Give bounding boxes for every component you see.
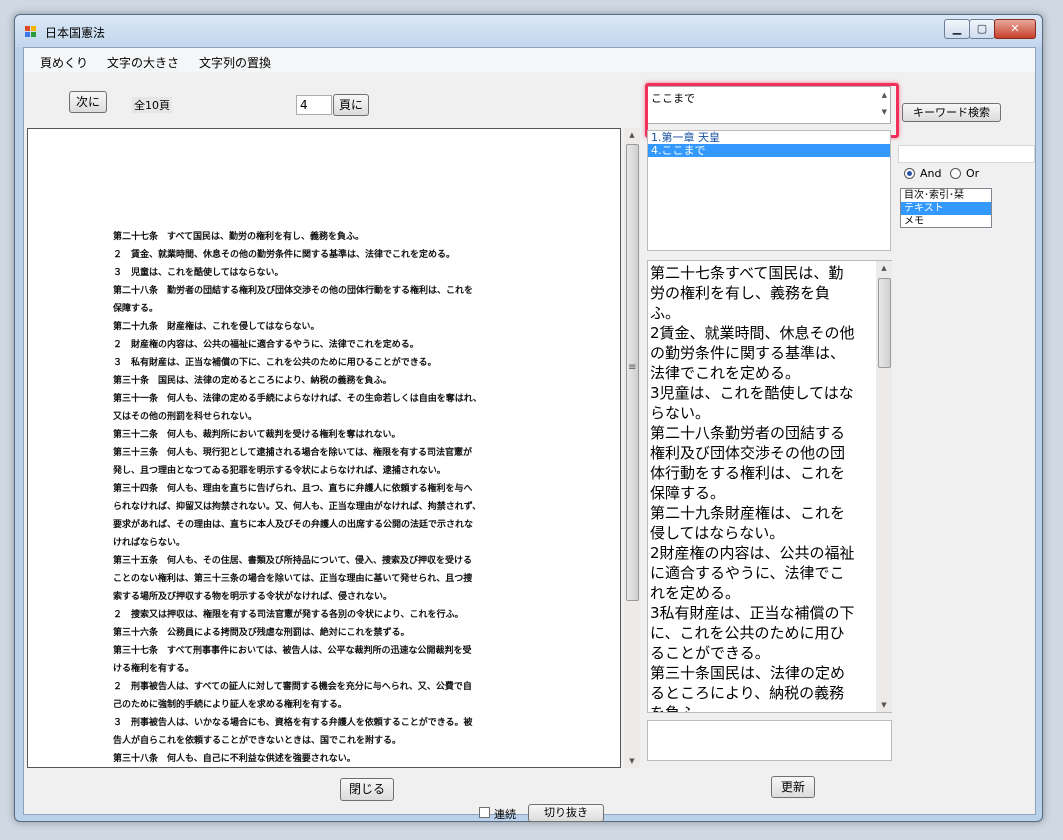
text-scroll-up-icon[interactable]: ▲ (876, 261, 892, 275)
document-line: ２ 財産権の内容は、公共の福祉に適合するやうに、法律でこれを定める。 (113, 340, 419, 350)
target-item-memo[interactable]: メモ (901, 215, 991, 227)
text-line: 第二十七条すべて国民は、勤 (650, 264, 844, 282)
text-line: 権利及び団体交渉その他の団 (650, 444, 846, 462)
search-results-list[interactable]: 1.第一章 天皇 4.ここまで (647, 130, 891, 251)
result-item-selected[interactable]: 4.ここまで (648, 144, 890, 157)
minimize-icon[interactable]: ▁ (944, 19, 970, 39)
continuous-label: 連続 (494, 808, 516, 821)
document-line: 第三十四条 何人も、理由を直ちに告げられ、且つ、直ちに弁護人に依頼する権利を与へ (113, 484, 473, 494)
app-icon (25, 26, 37, 38)
document-line: ３ 刑事被告人は、いかなる場合にも、資格を有する弁護人を依頼することができる。被 (113, 718, 473, 728)
text-line: を負ふ。 (650, 704, 711, 713)
search-target-list[interactable]: 目次･索引･栞 テキスト メモ (900, 188, 992, 228)
menu-page-turn[interactable]: 頁めくり (40, 54, 88, 71)
text-line: に適合するやうに、法律でこ (650, 564, 845, 582)
client-area: 頁めくり 文字の大きさ 文字列の置換 次に 全10頁 4 頁に 第二十七条 すべ… (23, 47, 1036, 822)
text-line: 第二十八条勤労者の団結する (650, 424, 846, 442)
text-line: に、これを公共のために用ひ (650, 624, 845, 642)
scroll-up-icon[interactable]: ▲ (624, 128, 640, 142)
continuous-checkbox[interactable] (479, 807, 490, 818)
document-line: ければならない。 (113, 538, 186, 548)
text-line: 2財産権の内容は、公共の福祉 (650, 544, 855, 562)
document-line: 第三十条 国民は、法律の定めるところにより、納税の義務を負ふ。 (113, 376, 392, 386)
text-line: 侵してはならない。 (650, 524, 785, 542)
text-line: るところにより、納税の義務 (650, 684, 845, 702)
document-line: 第三十六条 公務員による拷問及び残虐な刑罰は、絶対にこれを禁ずる。 (113, 628, 410, 638)
document-line: 第三十三条 何人も、現行犯として逮捕される場合を除いては、権限を有する司法官憲が (113, 448, 473, 458)
text-line: 第三十条国民は、法律の定め (650, 664, 846, 682)
document-line: 第二十八条 勤労者の団結する権利及び団体交渉その他の団体行動をする権利は、これを (113, 286, 474, 296)
document-line: 第二十七条 すべて国民は、勤労の権利を有し、義務を負ふ。 (113, 232, 365, 242)
text-line: らない。 (650, 404, 711, 422)
text-line: 3児童は、これを酷使してはな (650, 384, 854, 402)
document-line: られなければ、抑留又は拘禁されない。又、何人も、正当な理由がなければ、拘禁されず… (113, 502, 482, 512)
page-number-value: 4 (300, 98, 308, 112)
document-line: ３ 私有財産は、正当な補償の下に、これを公共のために用ひることができる。 (113, 358, 437, 368)
document-line: 第三十五条 何人も、その住居、書類及び所持品について、侵入、捜索及び押収を受ける (113, 556, 473, 566)
text-line: 第二十九条財産権は、これを (650, 504, 846, 522)
text-line: 体行動をする権利は、これを (650, 464, 846, 482)
document-line: ３ 児童は、これを酷使してはならない。 (113, 268, 284, 278)
or-label: Or (966, 167, 980, 180)
total-pages-label: 全10頁 (132, 97, 172, 113)
crop-button[interactable]: 切り抜き (528, 804, 604, 822)
text-line: 保障する。 (650, 484, 726, 502)
document-line: 発し、且つ理由となつてゐる犯罪を明示する令状によらなければ、逮捕されない。 (113, 466, 446, 476)
splitter-grip-icon[interactable]: ≡ (628, 362, 636, 373)
document-line: 又はその他の刑罰を科せられない。 (113, 412, 258, 422)
title-bar[interactable]: 日本国憲法 ▁ ▢ ✕ (15, 15, 1042, 47)
text-line: 法律でこれを定める。 (650, 364, 801, 382)
target-item-text[interactable]: テキスト (901, 202, 991, 215)
text-view[interactable]: 第二十七条すべて国民は、勤 労の権利を有し、義務を負 ふ。 2賃金、就業時間、休息その… (647, 260, 892, 713)
text-scroll-down-icon[interactable]: ▼ (876, 698, 892, 712)
document-line: 索する場所及び押収する物を明示する令状がなければ、侵されない。 (113, 592, 393, 602)
close-icon[interactable]: ✕ (994, 19, 1036, 39)
window-title: 日本国憲法 (45, 26, 106, 40)
menu-bar: 頁めくり 文字の大きさ 文字列の置換 (24, 48, 1035, 72)
document-line: ２ 刑事被告人は、すべての証人に対して審問する機会を充分に与へられ、又、公費で自 (113, 682, 472, 692)
text-line: れを定める。 (650, 584, 741, 602)
document-line: 告人が自らこれを依頼することができないときは、国でこれを附する。 (113, 736, 402, 746)
document-line: 第三十七条 すべて刑事事件においては、被告人は、公平な裁判所の迅速な公開裁判を受 (113, 646, 472, 656)
text-scroll-thumb[interactable] (878, 278, 891, 368)
maximize-icon[interactable]: ▢ (969, 19, 995, 39)
target-item-index[interactable]: 目次･索引･栞 (901, 189, 991, 202)
keyword-input[interactable] (898, 145, 1035, 163)
document-line: ２ 賃金、就業時間、休息その他の勤労条件に関する基準は、法律でこれを定める。 (113, 250, 456, 260)
document-page-view: 第二十七条 すべて国民は、勤労の権利を有し、義務を負ふ。 ２ 賃金、就業時間、休息… (27, 128, 621, 768)
and-radio[interactable] (904, 168, 915, 179)
goto-page-button[interactable]: 頁に (333, 94, 369, 116)
text-line: ることができる。 (650, 644, 770, 662)
text-view-scrollbar[interactable]: ▲ ▼ (876, 261, 892, 712)
text-line: 2賃金、就業時間、休息その他 (650, 324, 855, 342)
menu-replace[interactable]: 文字列の置換 (199, 54, 271, 71)
page-number-input[interactable]: 4 (296, 95, 332, 115)
document-scrollbar[interactable]: ▲ ▼ (624, 128, 640, 768)
result-item[interactable]: 1.第一章 天皇 (648, 131, 890, 144)
menu-font-size[interactable]: 文字の大きさ (107, 54, 179, 71)
document-line: 第三十一条 何人も、法律の定める手続によらなければ、その生命若しくは自由を奪はれ… (113, 394, 482, 404)
next-button[interactable]: 次に (69, 91, 107, 113)
scroll-down-icon[interactable]: ▼ (624, 754, 640, 768)
close-button[interactable]: 閉じる (340, 778, 394, 801)
document-line: ことのない権利は、第三十三条の場合を除いては、正当な理由に基いて発せられ、且つ捜 (113, 574, 473, 584)
document-line: ける権利を有する。 (113, 664, 195, 674)
document-line: 第三十二条 何人も、裁判所において裁判を受ける権利を奪はれない。 (113, 430, 401, 440)
memo-input[interactable] (647, 720, 892, 761)
or-radio[interactable] (950, 168, 961, 179)
document-line: 第二十九条 財産権は、これを侵してはならない。 (113, 322, 320, 332)
document-line: ２ 捜索又は押収は、権限を有する司法官憲が発する各別の令状により、これを行ふ。 (113, 610, 464, 620)
main-window: 日本国憲法 ▁ ▢ ✕ 頁めくり 文字の大きさ 文字列の置換 次に 全10頁 4… (14, 14, 1043, 822)
update-button[interactable]: 更新 (771, 776, 815, 798)
document-line: 要求があれば、その理由は、直ちに本人及びその弁護人の出席する公開の法廷で示されな (113, 520, 474, 530)
document-line: 保障する。 (113, 304, 159, 314)
document-line: 第三十八条 何人も、自己に不利益な供述を強要されない。 (113, 754, 356, 764)
text-line: 3私有財産は、正当な補償の下 (650, 604, 855, 622)
text-line: 労の権利を有し、義務を負 (650, 284, 831, 302)
document-line: 己のために強制的手続により証人を求める権利を有する。 (113, 700, 347, 710)
and-label: And (920, 167, 942, 180)
keyword-search-button[interactable]: キーワード検索 (902, 103, 1001, 122)
text-line: の勤労条件に関する基準は、 (650, 344, 846, 362)
text-line: ふ。 (650, 304, 681, 322)
